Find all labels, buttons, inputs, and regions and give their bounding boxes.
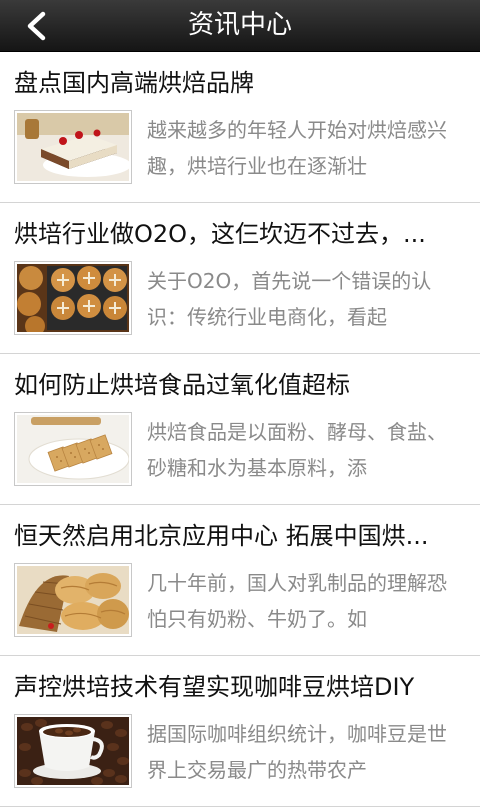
coffee-beans-image [14, 714, 132, 788]
news-item[interactable]: 盘点国内高端烘焙品牌 越来越多的年轻人开始对烘焙感兴趣，烘培行业也在逐渐壮 [0, 52, 480, 203]
news-item-summary: 烘焙食品是以面粉、酵母、食盐、砂糖和水为基本原料，添 [147, 420, 447, 480]
news-item-summary: 越来越多的年轻人开始对烘焙感兴趣，烘培行业也在逐渐壮 [147, 118, 447, 178]
page-title: 资讯中心 [187, 10, 292, 40]
news-item-title: 盘点国内高端烘焙品牌 [14, 69, 254, 97]
news-item[interactable]: 如何防止烘培食品过氧化值超标 烘焙食品是以面粉、酵母、食盐、砂糖和水为基本原料，… [0, 354, 480, 505]
news-item-summary: 据国际咖啡组织统计，咖啡豆是世界上交易最广的热带农产 [147, 722, 447, 782]
news-item[interactable]: 烘培行业做O2O，这仨坎迈不过去，... 关于O2O，首先说一个错误的认识：传统… [0, 203, 480, 354]
cake-slice-image [14, 110, 132, 184]
news-item-title: 烘培行业做O2O，这仨坎迈不过去，... [14, 220, 426, 248]
news-item-summary: 关于O2O，首先说一个错误的认识：传统行业电商化，看起 [147, 269, 432, 329]
news-item[interactable]: 恒天然启用北京应用中心 拓展中国烘... 几十年前，国人对乳制品的理解恐怕只有奶… [0, 505, 480, 656]
biscuits-plate-image [14, 412, 132, 486]
buns-tray-image [14, 261, 132, 335]
news-item-title: 恒天然启用北京应用中心 拓展中国烘... [14, 522, 429, 550]
news-list: 盘点国内高端烘焙品牌 越来越多的年轻人开始对烘焙感兴趣，烘培行业也在逐渐壮 烘培… [0, 52, 480, 807]
news-item[interactable]: 声控烘培技术有望实现咖啡豆烘培DIY 据国际咖啡组织统计，咖啡豆是世界上交易最广… [0, 656, 480, 807]
news-item-summary: 几十年前，国人对乳制品的理解恐怕只有奶粉、牛奶了。如 [147, 571, 447, 631]
bread-basket-image [14, 563, 132, 637]
news-item-title: 声控烘培技术有望实现咖啡豆烘培DIY [14, 673, 415, 701]
news-item-title: 如何防止烘培食品过氧化值超标 [14, 371, 350, 399]
app-header: 资讯中心 [0, 0, 480, 52]
